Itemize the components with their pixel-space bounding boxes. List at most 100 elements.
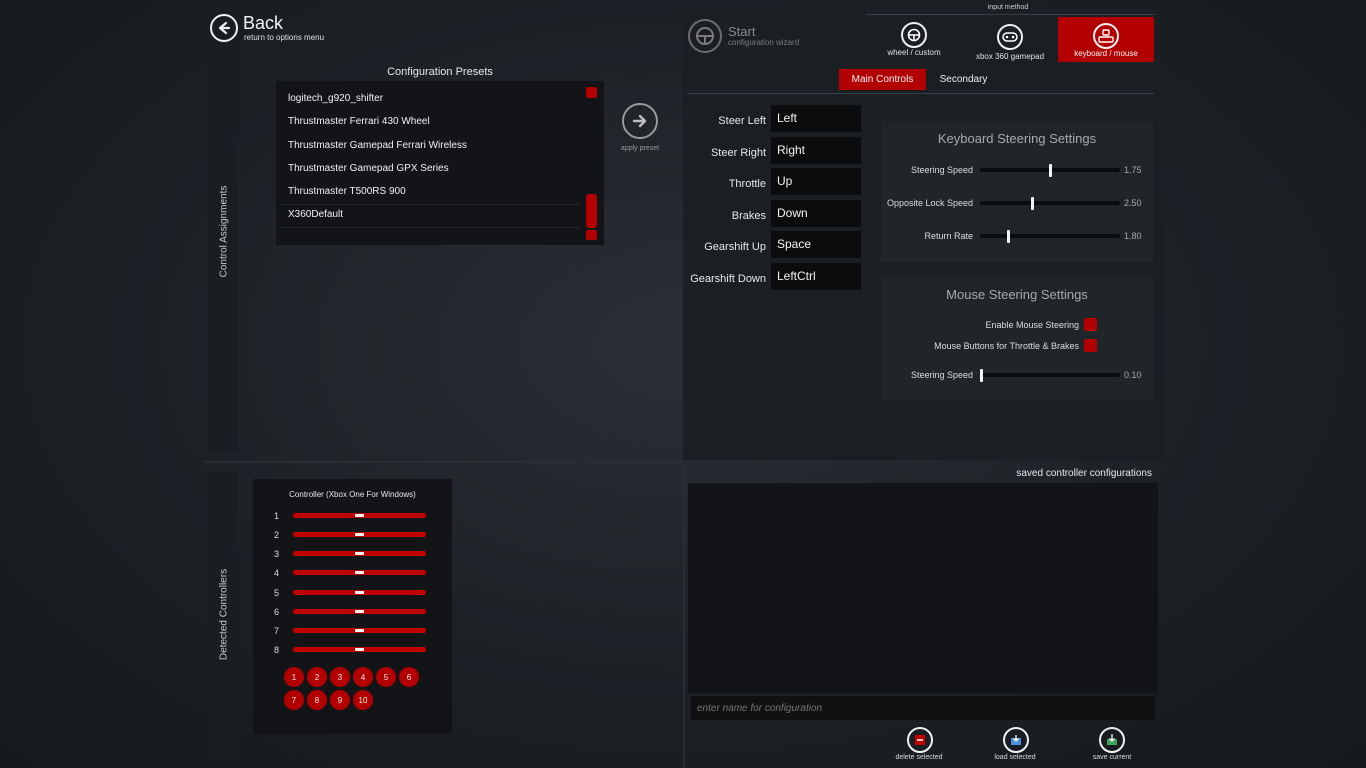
detected-controllers-label: Detected Controllers bbox=[218, 568, 230, 661]
input-method-xbox[interactable]: xbox 360 gamepad bbox=[964, 17, 1056, 62]
preset-item[interactable]: Thrustmaster Ferrari 430 Wheel bbox=[288, 116, 430, 127]
axis-number: 2 bbox=[274, 530, 280, 540]
tab-secondary[interactable]: Secondary bbox=[930, 69, 997, 90]
delete-selected-label: delete selected bbox=[895, 754, 943, 761]
axis-center-mark bbox=[355, 591, 364, 594]
start-subtitle: configuration wizard bbox=[728, 38, 800, 47]
axis-center-mark bbox=[355, 533, 364, 536]
controller-button-indicator: 4 bbox=[353, 667, 373, 687]
axis-number: 4 bbox=[274, 568, 280, 578]
input-method-keyboard-mouse[interactable]: keyboard / mouse bbox=[1058, 17, 1154, 62]
slider-label: Return Rate bbox=[924, 231, 973, 241]
slider-label: Opposite Lock Speed bbox=[886, 198, 973, 208]
axis-center-mark bbox=[355, 648, 364, 651]
controller-button-indicator: 6 bbox=[399, 667, 419, 687]
control-binding-field[interactable]: LeftCtrl bbox=[771, 263, 861, 290]
mouse-steering-speed-thumb[interactable] bbox=[980, 369, 983, 382]
controller-button-indicator: 9 bbox=[330, 690, 350, 710]
controller-button-indicator: 10 bbox=[353, 690, 373, 710]
wheel-icon bbox=[901, 22, 927, 48]
control-label: Steer Left bbox=[718, 115, 766, 127]
tab-main-controls[interactable]: Main Controls bbox=[839, 69, 926, 90]
start-wizard-button[interactable] bbox=[688, 19, 722, 53]
keyboard-steering-title: Keyboard Steering Settings bbox=[937, 131, 1097, 146]
control-binding-field[interactable]: Down bbox=[771, 200, 861, 227]
control-label: Steer Right bbox=[710, 147, 766, 159]
input-method-wheel[interactable]: wheel / custom bbox=[868, 17, 960, 62]
axis-center-mark bbox=[355, 552, 364, 555]
vertical-divider bbox=[683, 463, 685, 768]
axis-center-mark bbox=[355, 610, 364, 613]
control-binding-field[interactable]: Right bbox=[771, 137, 861, 164]
saved-configs-list[interactable] bbox=[688, 483, 1158, 693]
back-subtitle: return to options menu bbox=[244, 33, 325, 42]
input-method-label: input method bbox=[987, 4, 1029, 11]
input-method-label: xbox 360 gamepad bbox=[975, 52, 1045, 61]
gamepad-icon bbox=[997, 24, 1023, 50]
scrollbar-thumb[interactable] bbox=[586, 194, 597, 228]
preset-item[interactable]: Thrustmaster Gamepad Ferrari Wireless bbox=[288, 140, 467, 151]
checkbox-label: Mouse Buttons for Throttle & Brakes bbox=[934, 341, 1079, 351]
back-button[interactable] bbox=[210, 14, 238, 42]
delete-selected-button[interactable]: delete selected bbox=[884, 726, 954, 766]
preset-item[interactable]: logitech_g920_shifter bbox=[288, 93, 383, 104]
controller-button-indicator: 3 bbox=[330, 667, 350, 687]
save-current-label: save current bbox=[1092, 754, 1132, 761]
slider-value: 1.80 bbox=[1124, 231, 1142, 241]
slider-label: Steering Speed bbox=[910, 165, 973, 175]
control-binding-field[interactable]: Up bbox=[771, 168, 861, 195]
back-title[interactable]: Back bbox=[243, 13, 283, 34]
presets-title: Configuration Presets bbox=[387, 66, 493, 78]
scroll-up-button[interactable] bbox=[586, 87, 597, 98]
config-name-input[interactable] bbox=[691, 696, 1155, 720]
controller-button-indicator: 1 bbox=[284, 667, 304, 687]
return-rate-thumb[interactable] bbox=[1007, 230, 1010, 243]
apply-preset-button[interactable] bbox=[622, 103, 658, 139]
axis-number: 1 bbox=[274, 511, 280, 521]
mouse-steering-title: Mouse Steering Settings bbox=[946, 287, 1088, 302]
save-icon bbox=[1099, 727, 1125, 753]
slider-value: 0.10 bbox=[1124, 370, 1142, 380]
arrow-right-icon bbox=[632, 114, 647, 128]
axis-number: 8 bbox=[274, 645, 280, 655]
input-method-divider bbox=[866, 14, 1156, 15]
control-label: Brakes bbox=[731, 210, 766, 222]
control-binding-field[interactable]: Left bbox=[771, 105, 861, 132]
controller-button-indicator: 8 bbox=[307, 690, 327, 710]
preset-item-divider bbox=[280, 204, 580, 205]
return-rate-slider[interactable] bbox=[980, 234, 1120, 238]
mouse-steering-speed-slider[interactable] bbox=[980, 373, 1120, 377]
back-arrow-icon bbox=[218, 21, 231, 35]
control-label: Gearshift Down bbox=[690, 273, 766, 285]
load-icon bbox=[1003, 727, 1029, 753]
tabs-divider bbox=[687, 93, 1154, 94]
apply-preset-label: apply preset bbox=[620, 145, 660, 152]
controller-button-indicator: 5 bbox=[376, 667, 396, 687]
opposite-lock-speed-thumb[interactable] bbox=[1031, 197, 1034, 210]
steering-speed-thumb[interactable] bbox=[1049, 164, 1052, 177]
preset-item[interactable]: X360Default bbox=[288, 209, 343, 220]
enable-mouse-steering-checkbox[interactable] bbox=[1084, 318, 1097, 331]
axis-center-mark bbox=[355, 571, 364, 574]
control-label: Throttle bbox=[728, 178, 766, 190]
controller-button-indicator: 7 bbox=[284, 690, 304, 710]
preset-item[interactable]: Thrustmaster T500RS 900 bbox=[288, 186, 406, 197]
preset-item-divider bbox=[280, 227, 580, 228]
controller-button-indicator: 2 bbox=[307, 667, 327, 687]
preset-item[interactable]: Thrustmaster Gamepad GPX Series bbox=[288, 163, 449, 174]
delete-icon bbox=[907, 727, 933, 753]
opposite-lock-speed-slider[interactable] bbox=[980, 201, 1120, 205]
axis-number: 5 bbox=[274, 588, 280, 598]
keyboard-mouse-icon bbox=[1093, 23, 1119, 49]
horizontal-divider bbox=[204, 461, 684, 463]
load-selected-button[interactable]: load selected bbox=[980, 726, 1050, 766]
save-current-button[interactable]: save current bbox=[1077, 726, 1147, 766]
mouse-buttons-checkbox[interactable] bbox=[1084, 339, 1097, 352]
checkbox-label: Enable Mouse Steering bbox=[985, 320, 1079, 330]
scroll-down-button[interactable] bbox=[586, 230, 597, 240]
start-title[interactable]: Start bbox=[728, 24, 755, 39]
axis-number: 7 bbox=[274, 626, 280, 636]
controller-title: Controller (Xbox One For Windows) bbox=[289, 490, 416, 499]
control-binding-field[interactable]: Space bbox=[771, 231, 861, 258]
input-method-label: keyboard / mouse bbox=[1074, 49, 1138, 58]
